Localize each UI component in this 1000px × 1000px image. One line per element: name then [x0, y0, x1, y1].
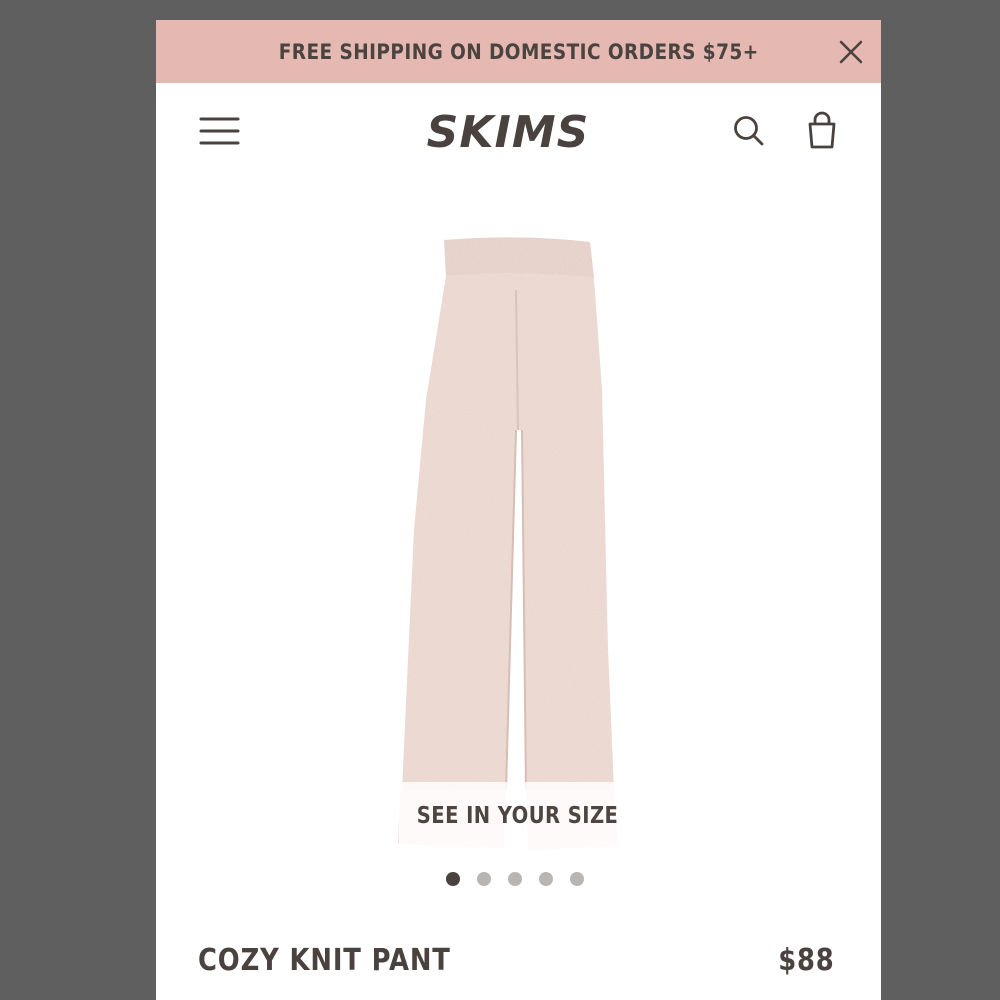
see-in-your-size-label: SEE IN YOUR SIZE [417, 803, 619, 829]
promo-banner-text: FREE SHIPPING ON DOMESTIC ORDERS $75+ [278, 39, 759, 64]
brand-logo[interactable]: SKIMS [418, 105, 598, 161]
pant-waistband [444, 237, 594, 278]
carousel-dot[interactable] [508, 872, 522, 886]
carousel-dot[interactable] [477, 872, 491, 886]
product-price: $88 [778, 943, 835, 978]
carousel-pagination [446, 872, 596, 888]
site-header: SKIMS [156, 83, 881, 183]
product-image[interactable] [396, 230, 646, 860]
promo-banner: FREE SHIPPING ON DOMESTIC ORDERS $75+ [156, 20, 881, 83]
hamburger-menu-icon[interactable] [198, 113, 240, 149]
carousel-dot[interactable] [570, 872, 584, 886]
shopping-bag-icon[interactable] [804, 111, 840, 151]
mobile-page: FREE SHIPPING ON DOMESTIC ORDERS $75+ SK… [156, 0, 881, 1000]
brand-logo-text: SKIMS [427, 107, 590, 158]
search-icon[interactable] [731, 113, 767, 149]
see-in-your-size-button[interactable]: SEE IN YOUR SIZE [399, 782, 637, 850]
carousel-dot[interactable] [446, 872, 460, 886]
carousel-dot[interactable] [539, 872, 553, 886]
top-strip [156, 0, 881, 20]
close-icon[interactable] [837, 38, 865, 66]
product-title: COZY KNIT PANT [198, 943, 451, 978]
